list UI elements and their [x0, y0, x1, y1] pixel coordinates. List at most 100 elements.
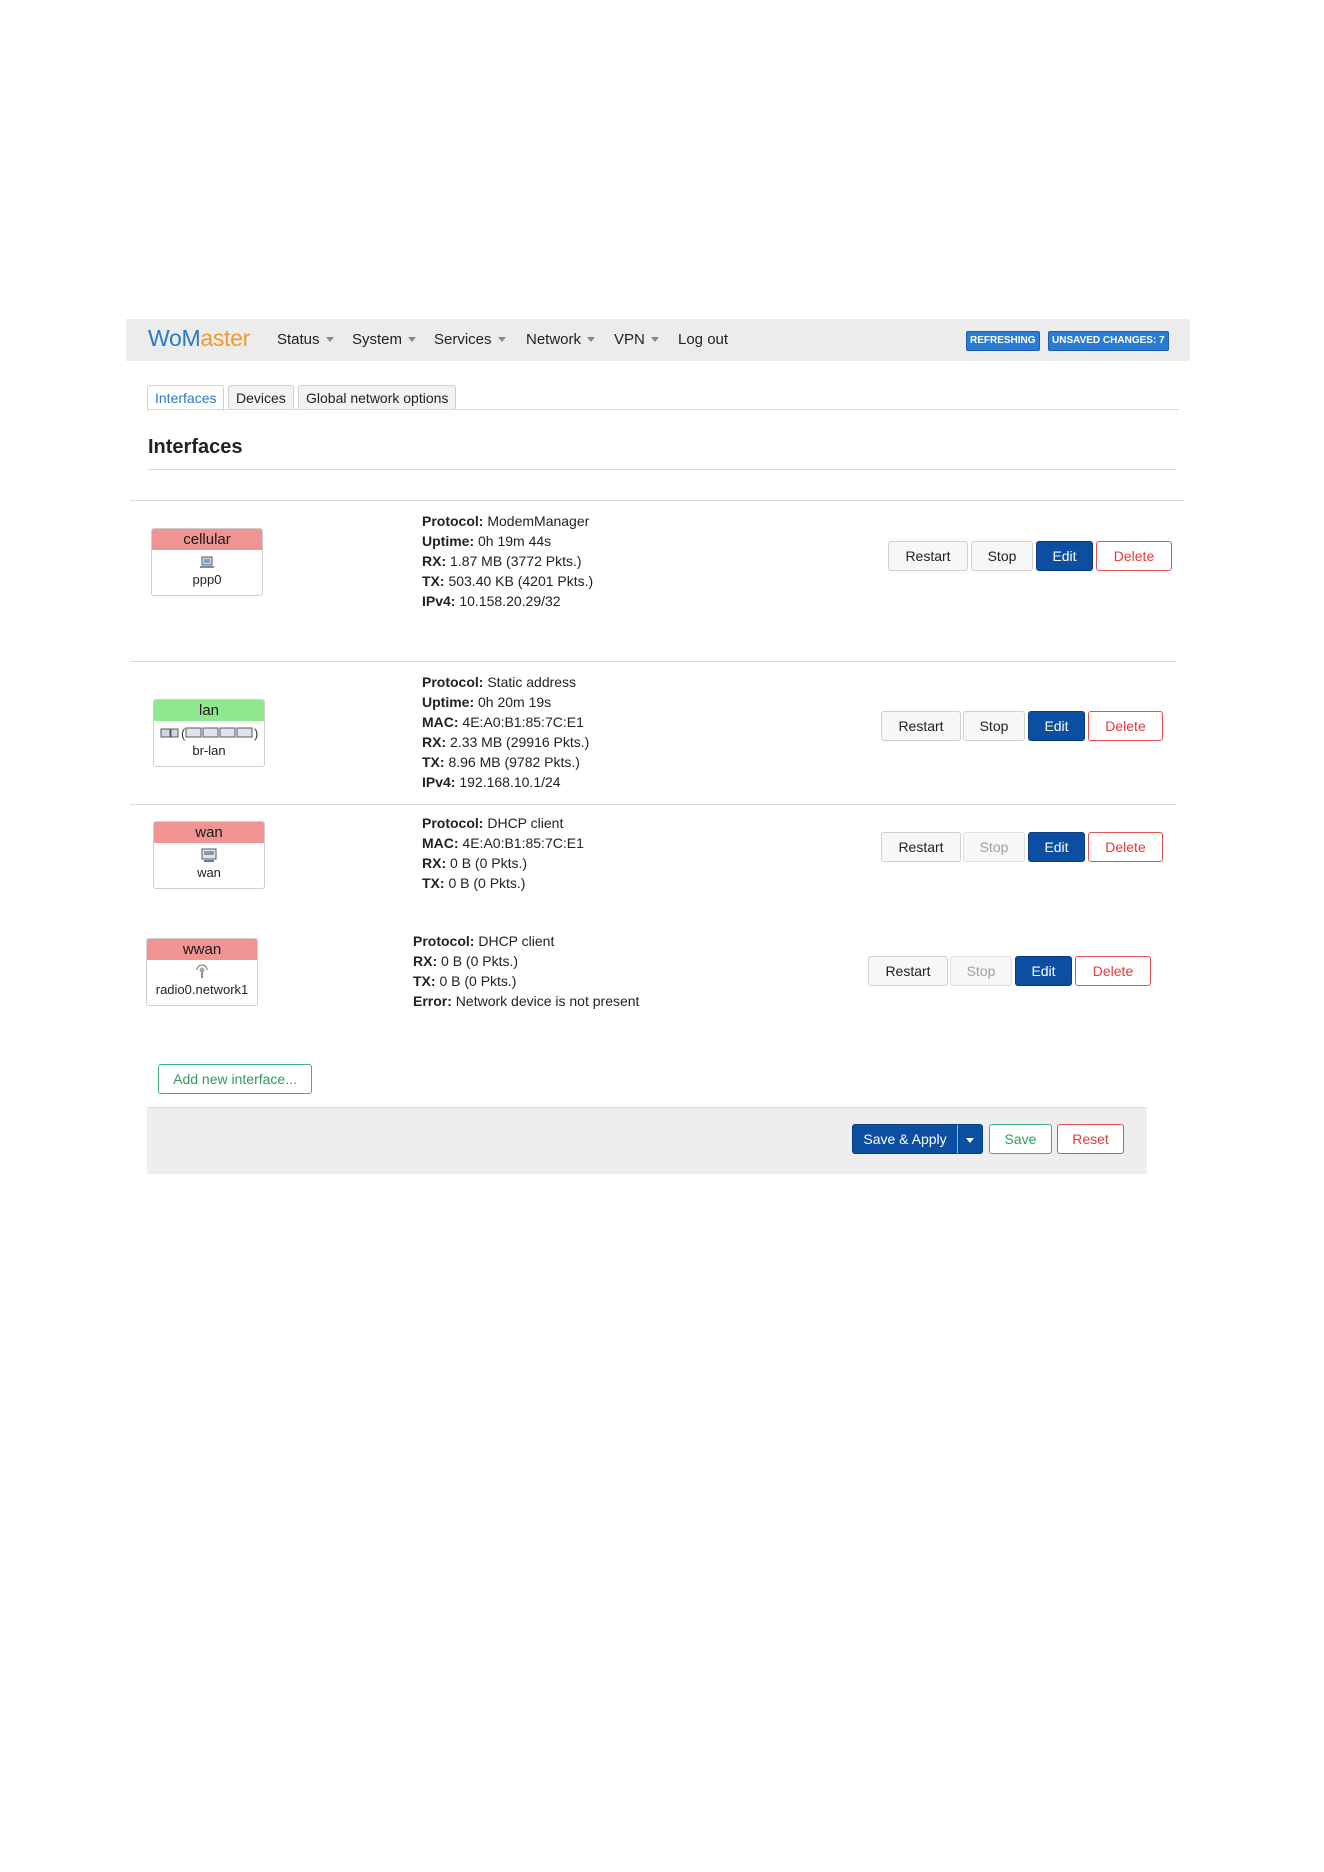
- info-value: Static address: [483, 674, 577, 690]
- stop-button[interactable]: Stop: [971, 541, 1033, 571]
- interface-device: br-lan: [192, 743, 226, 758]
- unsaved-changes-badge[interactable]: UNSAVED CHANGES: 7: [1048, 331, 1169, 351]
- edit-button[interactable]: Edit: [1015, 956, 1072, 986]
- info-uptime: Uptime: 0h 19m 44s: [422, 531, 593, 551]
- nav-services-menu[interactable]: Services: [434, 331, 506, 348]
- row-divider: [130, 500, 1184, 501]
- delete-button[interactable]: Delete: [1075, 956, 1151, 986]
- restart-button[interactable]: Restart: [868, 956, 948, 986]
- wireless-icon: [147, 962, 257, 982]
- row-divider: [130, 661, 1176, 662]
- info-ipv4: IPv4: 10.158.20.29/32: [422, 591, 593, 611]
- info-label: Uptime:: [422, 694, 475, 710]
- row-divider: [130, 804, 1176, 805]
- info-value: 2.33 MB (29916 Pkts.): [446, 734, 590, 750]
- info-uptime: Uptime: 0h 20m 19s: [422, 692, 589, 712]
- info-value: DHCP client: [483, 815, 564, 831]
- info-value: 0 B (0 Pkts.): [446, 855, 528, 871]
- delete-button[interactable]: Delete: [1088, 832, 1163, 862]
- modem-icon: [152, 552, 262, 572]
- edit-button[interactable]: Edit: [1028, 711, 1085, 741]
- info-tx: TX: 8.96 MB (9782 Pkts.): [422, 752, 589, 772]
- restart-button[interactable]: Restart: [888, 541, 968, 571]
- tab-global-network-options[interactable]: Global network options: [298, 385, 457, 410]
- nav-logout-link[interactable]: Log out: [678, 331, 728, 348]
- tab-bar-divider: [147, 409, 1179, 410]
- info-label: RX:: [422, 855, 447, 871]
- info-rx: RX: 0 B (0 Pkts.): [413, 951, 639, 971]
- nav-vpn-menu[interactable]: VPN: [614, 331, 659, 348]
- caret-down-icon: [650, 337, 659, 342]
- add-new-interface-button[interactable]: Add new interface...: [158, 1064, 312, 1094]
- info-value: 1.87 MB (3772 Pkts.): [446, 553, 582, 569]
- nav-system-menu[interactable]: System: [352, 331, 417, 348]
- restart-button[interactable]: Restart: [881, 832, 961, 862]
- delete-button[interactable]: Delete: [1088, 711, 1163, 741]
- info-label: Protocol:: [413, 933, 475, 949]
- interface-name: wwan: [147, 939, 257, 960]
- restart-button[interactable]: Restart: [881, 711, 961, 741]
- info-value: ModemManager: [483, 513, 590, 529]
- save-apply-button[interactable]: Save & Apply: [852, 1124, 958, 1154]
- bridge-ports-icon: ( ): [154, 723, 264, 743]
- stop-button[interactable]: Stop: [963, 711, 1025, 741]
- nav-network-menu[interactable]: Network: [526, 331, 596, 348]
- interface-info-wan: Protocol: DHCP client MAC: 4E:A0:B1:85:7…: [422, 813, 584, 893]
- caret-down-icon: [587, 337, 596, 342]
- tab-devices[interactable]: Devices: [228, 385, 294, 410]
- interface-info-lan: Protocol: Static address Uptime: 0h 20m …: [422, 672, 589, 792]
- svg-text:(: (: [181, 726, 186, 741]
- edit-button[interactable]: Edit: [1036, 541, 1093, 571]
- info-value: 10.158.20.29/32: [455, 593, 561, 609]
- info-protocol: Protocol: DHCP client: [422, 813, 584, 833]
- interface-device: radio0.network1: [155, 982, 249, 997]
- refreshing-badge[interactable]: REFRESHING: [966, 331, 1040, 351]
- info-label: Error:: [413, 993, 452, 1009]
- info-tx: TX: 0 B (0 Pkts.): [413, 971, 639, 991]
- top-navbar: WoMaster Status System Services Network …: [126, 319, 1190, 361]
- info-rx: RX: 0 B (0 Pkts.): [422, 853, 584, 873]
- info-value: 503.40 KB (4201 Pkts.): [444, 573, 594, 589]
- info-label: Uptime:: [422, 533, 475, 549]
- info-protocol: Protocol: ModemManager: [422, 511, 593, 531]
- info-value: 4E:A0:B1:85:7C:E1: [458, 714, 584, 730]
- interface-badge-wan: wan wan: [153, 821, 265, 889]
- info-label: IPv4:: [422, 774, 456, 790]
- info-label: MAC:: [422, 835, 459, 851]
- interface-info-wwan: Protocol: DHCP client RX: 0 B (0 Pkts.) …: [413, 931, 639, 1011]
- delete-button[interactable]: Delete: [1096, 541, 1172, 571]
- info-value: 0 B (0 Pkts.): [444, 875, 526, 891]
- info-rx: RX: 2.33 MB (29916 Pkts.): [422, 732, 589, 752]
- brand-logo[interactable]: WoMaster: [148, 325, 250, 352]
- info-tx: TX: 0 B (0 Pkts.): [422, 873, 584, 893]
- info-ipv4: IPv4: 192.168.10.1/24: [422, 772, 589, 792]
- interface-badge-lan: lan ( ) br-lan: [153, 699, 265, 767]
- info-value: 192.168.10.1/24: [455, 774, 561, 790]
- edit-button[interactable]: Edit: [1028, 832, 1085, 862]
- tab-interfaces[interactable]: Interfaces: [147, 385, 225, 411]
- interface-device: wan: [197, 865, 221, 880]
- save-apply-dropdown-toggle[interactable]: [957, 1124, 983, 1154]
- ethernet-port-icon: [154, 845, 264, 865]
- stop-button-disabled: Stop: [963, 832, 1025, 862]
- stop-button-disabled: Stop: [950, 956, 1012, 986]
- info-error: Error: Network device is not present: [413, 991, 639, 1011]
- svg-text:): ): [254, 726, 258, 741]
- info-label: Protocol:: [422, 513, 484, 529]
- caret-down-icon: [408, 337, 417, 342]
- info-protocol: Protocol: Static address: [422, 672, 589, 692]
- info-label: RX:: [413, 953, 438, 969]
- info-value: 8.96 MB (9782 Pkts.): [444, 754, 580, 770]
- info-value: 4E:A0:B1:85:7C:E1: [458, 835, 584, 851]
- save-button[interactable]: Save: [989, 1124, 1052, 1154]
- info-value: 0h 20m 19s: [474, 694, 552, 710]
- info-mac: MAC: 4E:A0:B1:85:7C:E1: [422, 712, 589, 732]
- info-mac: MAC: 4E:A0:B1:85:7C:E1: [422, 833, 584, 853]
- reset-button[interactable]: Reset: [1057, 1124, 1124, 1154]
- nav-logout-label: Log out: [678, 331, 729, 348]
- nav-status-menu[interactable]: Status: [277, 331, 334, 348]
- info-value: Network device is not present: [451, 993, 640, 1009]
- interface-name: lan: [154, 700, 264, 721]
- interface-badge-cellular: cellular ppp0: [151, 528, 263, 596]
- info-label: Protocol:: [422, 815, 484, 831]
